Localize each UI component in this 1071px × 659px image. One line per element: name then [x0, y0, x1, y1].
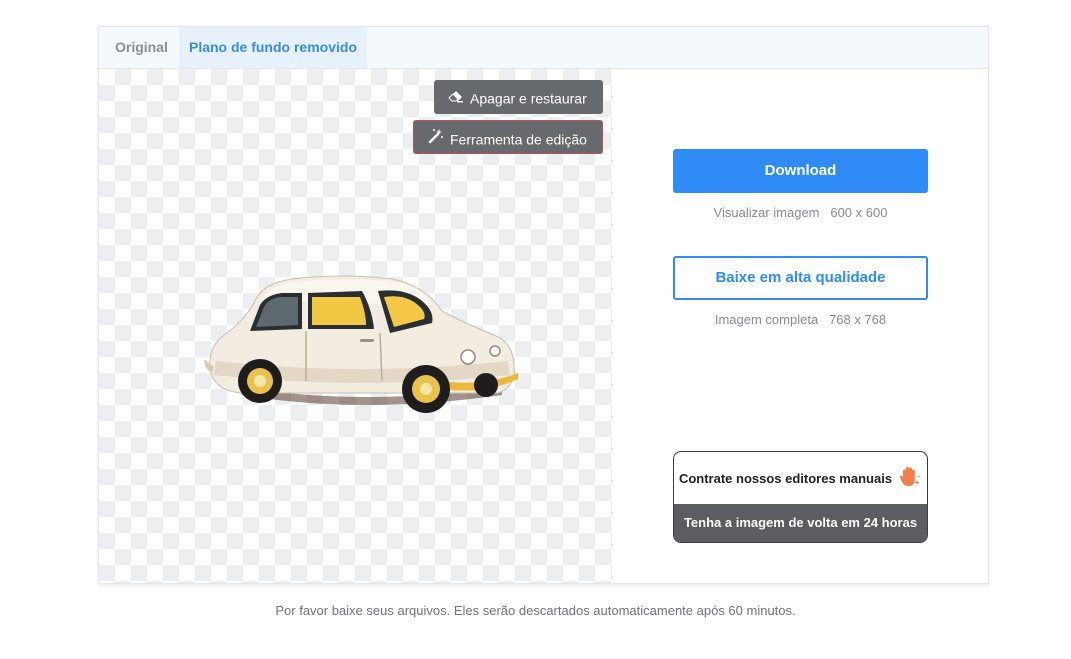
magic-wand-icon	[428, 122, 444, 156]
car-image	[204, 275, 518, 413]
download-button[interactable]: Download	[673, 149, 928, 193]
preview-size-info: Visualizar imagem 600 x 600	[713, 205, 888, 220]
hire-editors-header: Contrate nossos editores manuais	[674, 452, 927, 504]
hand-sparkle-icon	[898, 465, 922, 492]
download-panel: Download Visualizar imagem 600 x 600 Bai…	[612, 69, 988, 583]
image-preview: Apagar e restaurar Ferramenta de edição	[99, 69, 612, 583]
hire-editors-card[interactable]: Contrate nossos editores manuais Tenha a…	[673, 451, 928, 543]
tab-background-removed[interactable]: Plano de fundo removido	[179, 27, 367, 68]
hire-editors-subtitle: Tenha a imagem de volta em 24 horas	[674, 504, 927, 542]
hire-editors-title: Contrate nossos editores manuais	[678, 470, 893, 486]
expiry-notice: Por favor baixe seus arquivos. Eles serã…	[275, 603, 796, 618]
tab-bar: Original Plano de fundo removido	[99, 27, 988, 69]
erase-restore-button[interactable]: Apagar e restaurar	[434, 80, 603, 114]
edit-tool-button[interactable]: Ferramenta de edição	[413, 120, 603, 154]
result-card: Original Plano de fundo removido Apagar …	[98, 26, 989, 584]
eraser-icon	[448, 81, 464, 115]
tab-original[interactable]: Original	[115, 27, 168, 68]
edit-tool-label: Ferramenta de edição	[450, 131, 587, 148]
erase-restore-label: Apagar e restaurar	[470, 90, 587, 107]
full-size-info: Imagem completa 768 x 768	[714, 312, 887, 327]
download-hq-button[interactable]: Baixe em alta qualidade	[673, 256, 928, 300]
